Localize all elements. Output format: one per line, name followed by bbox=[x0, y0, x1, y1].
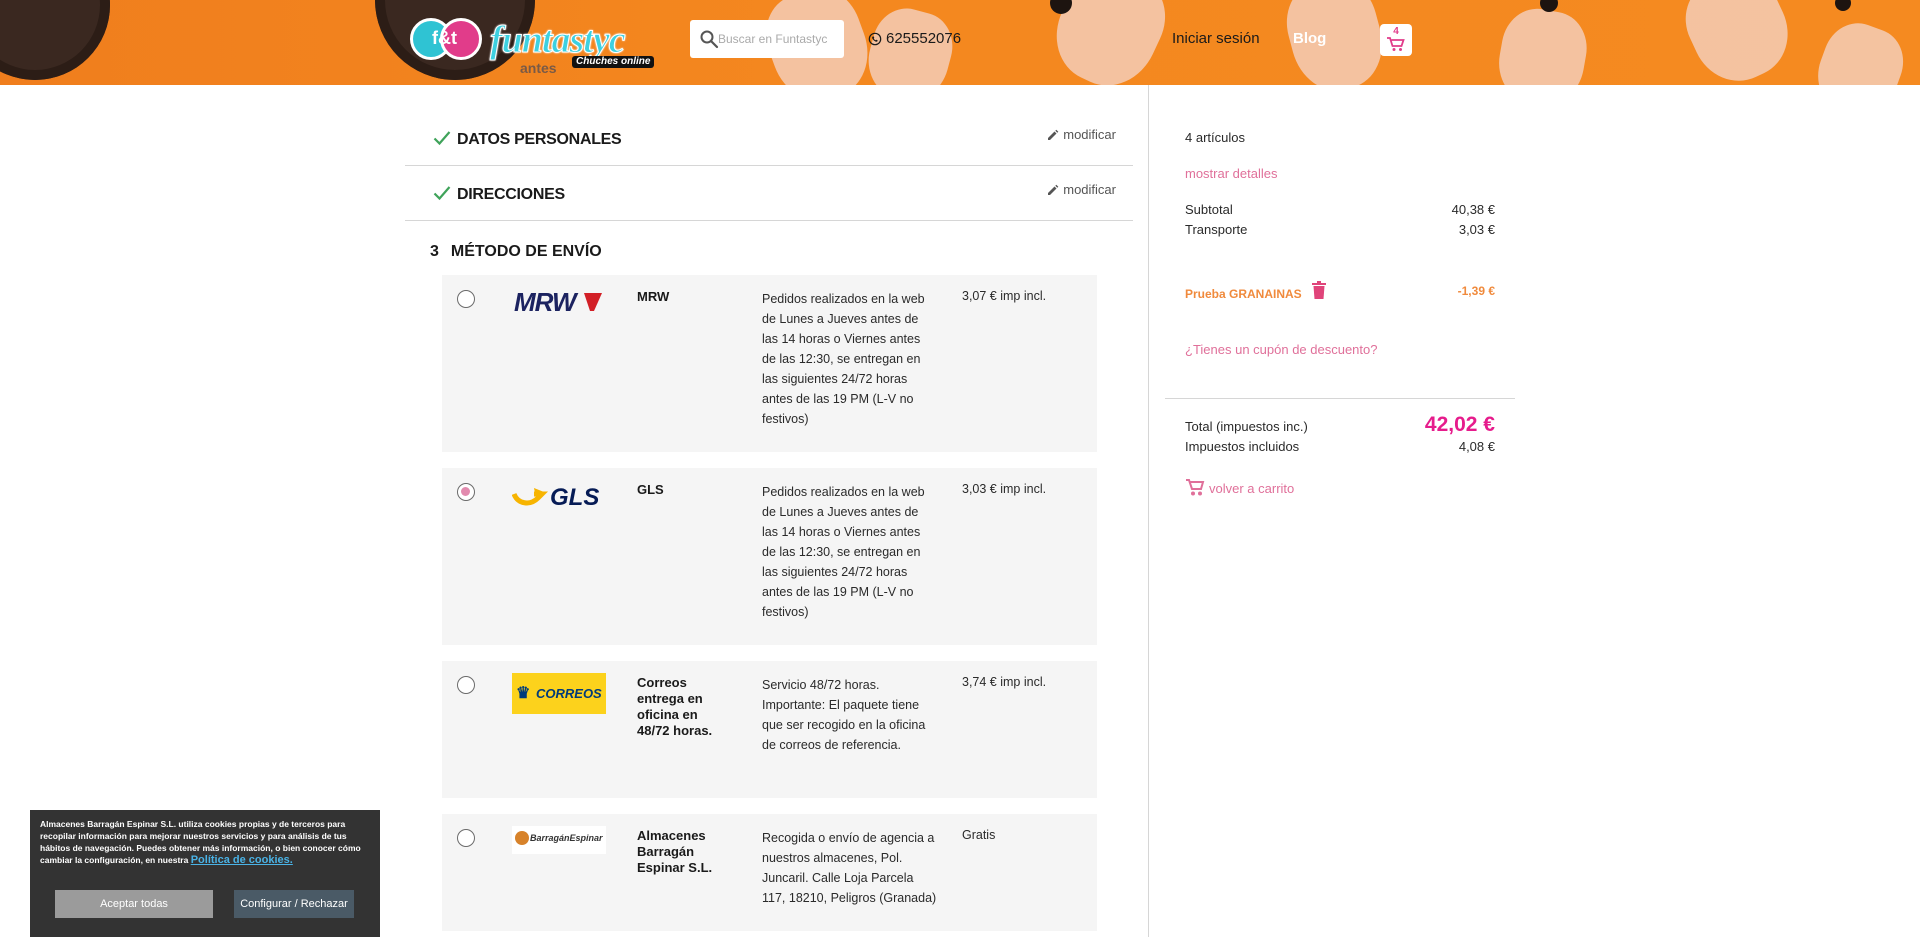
cookie-policy-link[interactable]: Política de cookies. bbox=[191, 854, 293, 866]
candy-decoration bbox=[1540, 0, 1558, 12]
items-count: 4 artículos bbox=[1185, 130, 1245, 145]
check-icon bbox=[433, 131, 451, 146]
step-personal-data: DATOS PERSONALES modificar bbox=[405, 110, 1133, 166]
mrw-logo: MRW bbox=[514, 287, 602, 317]
shipping-label: Transporte bbox=[1185, 222, 1248, 237]
search-box bbox=[690, 20, 844, 58]
carrier-description: Recogida o envío de agencia a nuestros a… bbox=[762, 831, 937, 905]
cookie-text-block: Almacenes Barragán Espinar S.L. utiliza … bbox=[40, 818, 370, 866]
logo-antes: antes bbox=[520, 60, 557, 76]
column-divider bbox=[1148, 85, 1149, 937]
total-label: Total (impuestos inc.) bbox=[1185, 419, 1308, 434]
svg-text:MRW: MRW bbox=[514, 287, 579, 317]
search-icon[interactable] bbox=[699, 29, 719, 49]
configure-cookies-button[interactable]: Configurar / Rechazar bbox=[234, 890, 354, 918]
candy-skull-decoration bbox=[1492, 3, 1593, 85]
cart-icon bbox=[1186, 479, 1205, 496]
carrier-radio[interactable] bbox=[457, 290, 475, 308]
logo-sub: Chuches online bbox=[572, 56, 655, 68]
step-title: DATOS PERSONALES bbox=[457, 131, 622, 148]
barragan-logo: BarragánEspinar bbox=[512, 826, 606, 854]
coupon-link[interactable]: ¿Tienes un cupón de descuento? bbox=[1185, 342, 1378, 357]
blog-link[interactable]: Blog bbox=[1293, 30, 1326, 47]
correos-logo: ♛ CORREOS bbox=[512, 673, 606, 714]
login-link[interactable]: Iniciar sesión bbox=[1172, 30, 1260, 47]
cart-icon bbox=[1387, 37, 1405, 51]
site-header: f&t funtastyc antes Chuches online 62555… bbox=[0, 0, 1920, 85]
carrier-radio-selected[interactable] bbox=[457, 483, 475, 501]
carrier-price: 3,74 € imp incl. bbox=[962, 675, 1047, 689]
carrier-description: Pedidos realizados en la web de Lunes a … bbox=[762, 485, 925, 619]
total-value: 42,02 € bbox=[1424, 413, 1495, 436]
logo-badge: f&t bbox=[410, 16, 482, 62]
shipping-value: 3,03 € bbox=[1458, 222, 1495, 237]
step-title: MÉTODO DE ENVÍO bbox=[450, 243, 602, 260]
subtotal-value: 40,38 € bbox=[1451, 202, 1495, 217]
accept-all-cookies-button[interactable]: Aceptar todas bbox=[55, 890, 213, 918]
carrier-description: Servicio 48/72 horas. Importante: El paq… bbox=[762, 678, 926, 752]
voucher-name: Prueba GRANAINAS bbox=[1185, 287, 1302, 301]
trash-icon[interactable] bbox=[1312, 281, 1326, 299]
carrier-radio[interactable] bbox=[457, 829, 475, 847]
gls-logo: GLS bbox=[512, 484, 599, 510]
phone-contact[interactable]: 625552076 bbox=[868, 30, 961, 47]
show-details-link[interactable]: mostrar detalles bbox=[1185, 166, 1277, 181]
candy-skull-decoration bbox=[1672, 0, 1803, 85]
carrier-name: GLS bbox=[637, 482, 664, 497]
summary-divider bbox=[1165, 398, 1515, 399]
carrier-option-correos[interactable]: ♛ CORREOS Correos entrega en oficina en … bbox=[442, 661, 1097, 798]
carrier-option-mrw[interactable]: MRW MRW Pedidos realizados en la web de … bbox=[442, 275, 1097, 452]
correos-logo-text: CORREOS bbox=[536, 686, 602, 701]
barragan-logo-text: BarragánEspinar bbox=[530, 833, 603, 843]
carrier-option-gls[interactable]: GLS GLS Pedidos realizados en la web de … bbox=[442, 468, 1097, 645]
subtotal-label: Subtotal bbox=[1185, 202, 1233, 217]
svg-text:GLS: GLS bbox=[550, 484, 599, 510]
step-addresses: DIRECCIONES modificar bbox=[405, 165, 1133, 221]
step-shipping-method-title: 3 MÉTODO DE ENVÍO bbox=[430, 243, 602, 261]
candy-skull-decoration bbox=[1807, 14, 1913, 85]
carrier-name: MRW bbox=[637, 289, 670, 304]
pencil-icon bbox=[1048, 184, 1059, 195]
step-number: 3 bbox=[430, 243, 439, 260]
carrier-name: Almacenes Barragán Espinar S.L. bbox=[637, 828, 713, 875]
modify-personal-data-button[interactable]: modificar bbox=[1047, 127, 1116, 142]
carrier-name: Correos entrega en oficina en 48/72 hora… bbox=[637, 675, 713, 738]
back-to-cart-link[interactable]: volver a carrito bbox=[1209, 481, 1294, 496]
carrier-radio[interactable] bbox=[457, 676, 475, 694]
oreo-cookie-decoration bbox=[0, 0, 110, 80]
modify-label: modificar bbox=[1063, 127, 1116, 142]
carrier-price: Gratis bbox=[962, 828, 996, 842]
site-logo[interactable]: f&t funtastyc antes Chuches online bbox=[410, 14, 655, 78]
taxes-value: 4,08 € bbox=[1458, 439, 1495, 454]
carrier-price: 3,03 € imp incl. bbox=[962, 482, 1047, 496]
modify-label: modificar bbox=[1063, 182, 1116, 197]
carrier-price: 3,07 € imp incl. bbox=[962, 289, 1047, 303]
phone-number: 625552076 bbox=[886, 30, 962, 47]
cart-button[interactable]: 4 bbox=[1380, 24, 1412, 56]
voucher-value: -1,39 € bbox=[1457, 284, 1495, 298]
modify-addresses-button[interactable]: modificar bbox=[1047, 182, 1116, 197]
carrier-description: Pedidos realizados en la web de Lunes a … bbox=[762, 292, 925, 426]
carrier-option-barragan[interactable]: BarragánEspinar Almacenes Barragán Espin… bbox=[442, 814, 1097, 931]
step-title: DIRECCIONES bbox=[457, 186, 565, 203]
whatsapp-icon bbox=[868, 32, 882, 45]
taxes-label: Impuestos incluidos bbox=[1185, 439, 1300, 454]
check-icon bbox=[433, 186, 451, 201]
search-input[interactable] bbox=[718, 29, 840, 49]
cookie-banner: Almacenes Barragán Espinar S.L. utiliza … bbox=[30, 810, 380, 937]
pencil-icon bbox=[1048, 129, 1059, 140]
candy-decoration bbox=[1835, 0, 1851, 11]
